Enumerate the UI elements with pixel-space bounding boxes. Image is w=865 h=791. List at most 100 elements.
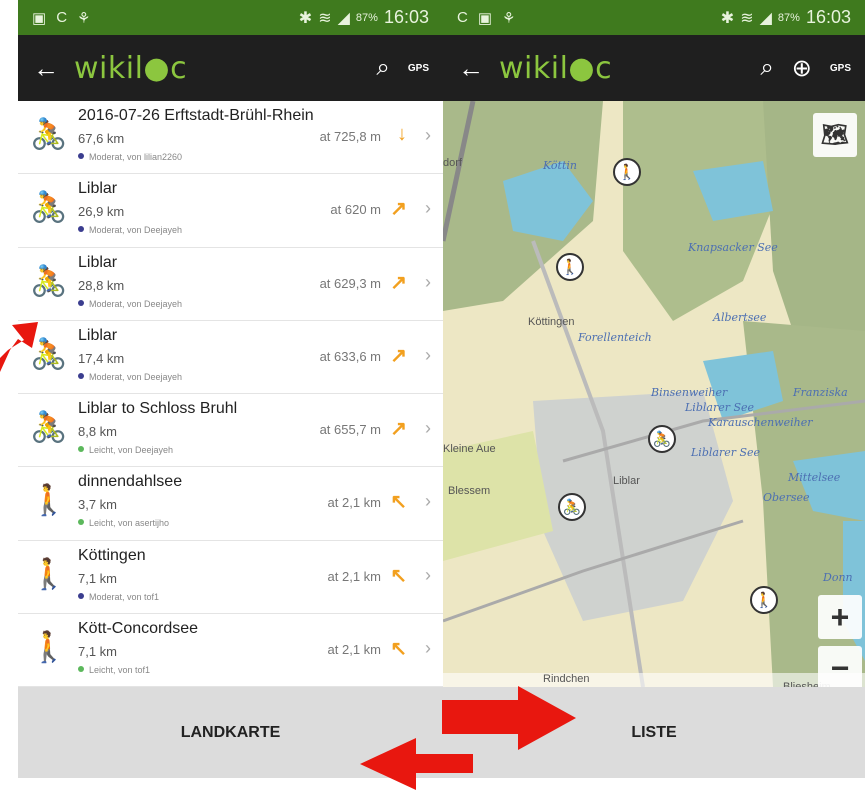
trail-distance: 28,8 km [78,277,125,293]
trail-meta: Moderat, von Deejayeh [78,299,182,309]
trail-row[interactable]: 🚴 Liblar 17,4 km Moderat, von Deejayeh at 63… [18,321,443,395]
trail-altitude: at 620 m [330,202,381,218]
status-left-icons: ▣ C ⚘ [32,9,90,27]
trail-row[interactable]: 🚶 Köttingen 7,1 km Moderat, von tof1 at 2,1 … [18,541,443,615]
map-place-label: Kleine Aue [443,443,496,455]
chevron-right-icon: › [425,638,431,659]
chevron-right-icon: › [425,491,431,512]
trail-altitude: at 2,1 km [327,495,381,511]
difficulty-dot [78,446,84,453]
clock: 16:03 [805,7,851,27]
trail-title: Köttingen [78,546,146,564]
difficulty-dot [78,592,84,599]
status-right-icons: ✱ ≋ ◢ 87% 16:03 [299,7,429,28]
accessibility-icon: ⚘ [77,9,91,27]
trail-row[interactable]: 🚴 2016-07-26 Erftstadt-Brühl-Rhein 67,6 km… [18,101,443,175]
trail-title: Liblar [78,253,118,271]
trend-arrow-icon: ↖ [390,638,407,661]
trail-title: Kött-Concordsee [78,620,199,638]
gps-button[interactable]: GPS [408,63,429,74]
wikiloc-logo: wikil●c [74,50,188,86]
map-place-label: Liblarer See [691,446,761,459]
trend-arrow-icon: ↖ [390,491,407,514]
difficulty-dot [78,666,84,673]
trail-altitude: at 2,1 km [327,568,381,584]
trail-list: 🚴 2016-07-26 Erftstadt-Brühl-Rhein 67,6 km… [18,101,443,687]
difficulty-dot [78,153,84,159]
trend-arrow-icon: ↖ [390,564,407,587]
trail-meta: Leicht, von asertijho [78,518,169,528]
map-screen: C ▣ ⚘ ✱ ≋ ◢ 87% 16:03 ← wikil●c ⌕ ⊕ GPS [443,0,865,791]
hiker-icon: 🚶 [30,631,68,665]
map-place-label: Rindchen [543,673,590,685]
difficulty-dot [78,372,84,379]
gps-button[interactable]: GPS [830,63,851,74]
liste-button[interactable]: LISTE [443,687,865,778]
zoom-minus-button[interactable]: − [818,646,862,687]
trail-row[interactable]: 🚶 dinnendahlsee 3,7 km Leicht, von asertijh… [18,467,443,541]
zoom-plus-button[interactable]: + [818,595,862,639]
trend-arrow-icon: ↗ [390,198,407,221]
bike-icon: 🚴 [30,337,68,371]
map-place-label: Liblarer See [685,401,755,414]
hiker-icon: 🚶 [30,557,68,591]
trail-row[interactable]: 🚶 Kött-Concordsee 7,1 km Leicht, von tof1 at… [18,614,443,687]
trail-row[interactable]: 🚴 Liblar 28,8 km Moderat, von Deejayeh at 62… [18,248,443,321]
trail-row[interactable]: 🚴 Liblar to Schloss Bruhl 8,8 km Leicht, vo… [18,394,443,468]
trend-arrow-icon: ↓ [397,123,407,145]
trail-meta: Leicht, von tof1 [78,665,150,675]
bike-icon: 🚴 [30,264,68,298]
map-place-label: Franziska [793,386,848,399]
bike-pin[interactable]: 🚴 [648,425,676,453]
chevron-right-icon: › [425,344,431,365]
trail-row[interactable]: 🚴 Liblar 26,9 km Moderat, von Deejayeh at 62… [18,174,443,248]
map-place-label: Mittelsee [788,471,841,484]
wifi-icon: ≋ [318,9,332,27]
map-view[interactable]: dorf Köttin Knapsacker See Köttingen Forelle… [443,101,865,687]
hiker-pin[interactable]: 🚶 [613,158,641,186]
landkarte-button[interactable]: LANDKARTE [18,687,443,778]
zoom-in-icon[interactable]: ⊕ [792,54,812,83]
chevron-right-icon: › [425,125,431,145]
signal-icon: ◢ [337,9,350,27]
trail-distance: 17,4 km [78,350,125,366]
bike-icon: 🚴 [30,118,68,151]
trail-title: Liblar to Schloss Bruhl [78,400,238,418]
status-bar: C ▣ ⚘ ✱ ≋ ◢ 87% 16:03 [443,0,865,35]
trail-altitude: at 633,6 m [319,348,381,364]
map-place-label: dorf [443,157,462,169]
back-arrow-icon[interactable]: ← [443,53,499,84]
map-place-label: Albertsee [713,311,767,324]
chevron-right-icon: › [425,198,431,219]
battery-percent: 87% [777,11,800,24]
search-icon[interactable]: ⌕ [760,54,773,82]
chevron-right-icon: › [425,564,431,585]
trail-distance: 67,6 km [78,131,125,146]
map-place-label: Obersee [763,491,810,504]
trail-altitude: at 725,8 m [319,129,381,144]
trail-meta: Moderat, von Deejayeh [78,225,182,235]
bluetooth-icon: ✱ [298,9,313,27]
map-place-label: Blessem [448,485,491,497]
trail-distance: 7,1 km [78,644,118,660]
trail-altitude: at 2,1 km [327,642,381,658]
trail-meta: Moderat, von tof1 [78,592,159,602]
map-place-label: Binsenweiher [651,386,728,399]
bike-pin[interactable]: 🚴 [558,493,586,521]
trend-arrow-icon: ↗ [390,271,407,294]
back-arrow-icon[interactable]: ← [18,53,74,84]
notification-icon: ▣ [32,9,47,27]
hiker-pin[interactable]: 🚶 [750,586,778,614]
hiker-pin[interactable]: 🚶 [556,253,584,281]
chevron-right-icon: › [425,271,431,292]
clock: 16:03 [383,7,429,27]
trail-title: Liblar [78,326,118,344]
trail-meta: Moderat, von Deejayeh [78,372,182,382]
trail-title: 2016-07-26 Erftstadt-Brühl-Rhein [78,107,314,124]
map-layers-icon[interactable]: 🗺 [813,113,857,157]
map-place-label: Donn [823,571,853,584]
wifi-icon: ≋ [740,9,754,27]
map-place-label: Karauschenweiher [708,416,813,429]
search-icon[interactable]: ⌕ [376,54,389,82]
trail-meta: Moderat, von lilian2260 [78,152,182,162]
